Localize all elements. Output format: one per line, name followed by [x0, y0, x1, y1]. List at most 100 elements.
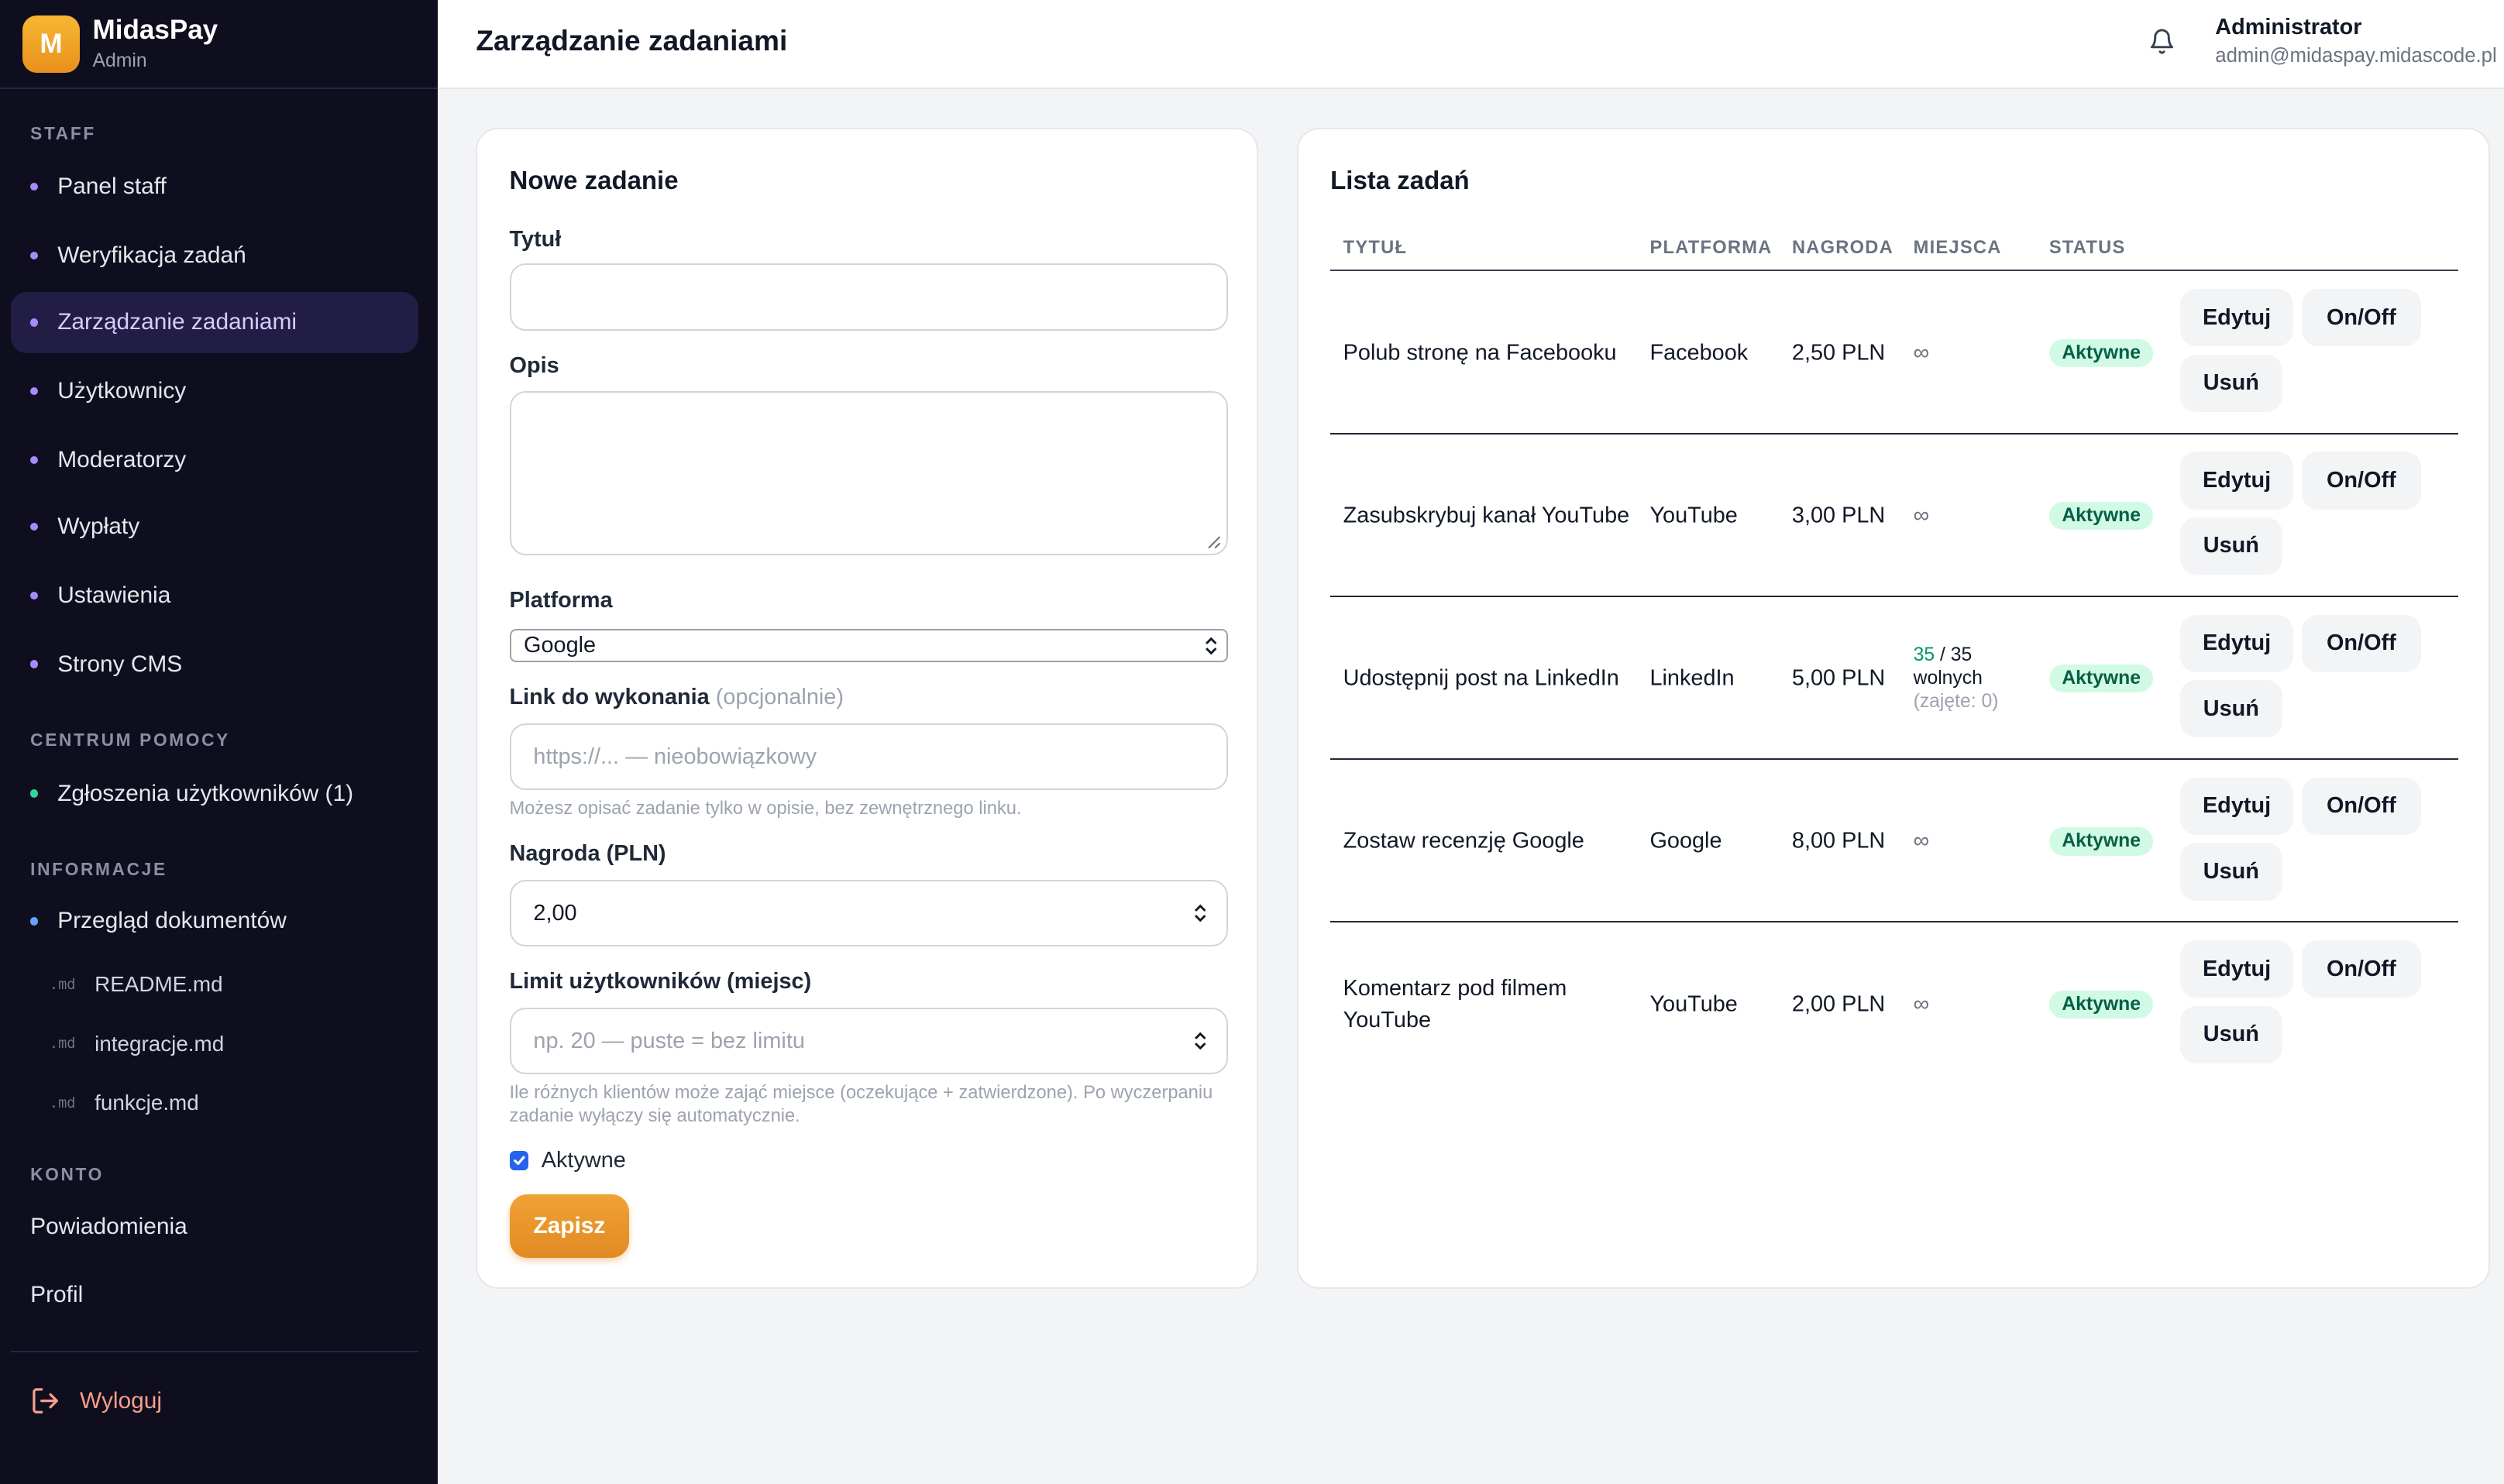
title-label: Tytuł [509, 226, 562, 252]
top-header: Zarządzanie zadaniami Administrator admi… [437, 0, 2504, 90]
sidebar-item-cms-pages[interactable]: Strony CMS [11, 634, 418, 694]
sidebar-item-notifications[interactable]: Powiadomienia [30, 1214, 187, 1240]
section-title-staff: STAFF [30, 122, 96, 143]
toggle-button[interactable]: On/Off [2301, 452, 2422, 510]
task-seats: ∞ [1913, 503, 1930, 528]
md-tag: .md [49, 1036, 76, 1053]
limit-placeholder: np. 20 — puste = bez limitu [533, 1028, 805, 1053]
task-title: Udostępnij post na LinkedIn [1343, 665, 1619, 691]
edit-button[interactable]: Edytuj [2179, 777, 2294, 836]
delete-button[interactable]: Usuń [2179, 843, 2282, 901]
status-badge: Aktywne [2048, 338, 2154, 367]
new-task-title: Nowe zadanie [509, 166, 679, 195]
task-list-card: Lista zadań TYTUŁ PLATFORMA NAGRODA MIEJ… [1296, 127, 2490, 1289]
md-tag: .md [49, 1094, 76, 1111]
doc-label: integracje.md [95, 1031, 225, 1056]
bullet-icon [30, 523, 39, 531]
task-title: Komentarz pod filmem YouTube [1343, 975, 1567, 1032]
sidebar-item-user-tickets[interactable]: Zgłoszenia użytkowników (1) [11, 763, 418, 823]
bullet-icon [30, 183, 39, 191]
sidebar-item-label: Wypłaty [57, 514, 140, 540]
task-platform: Google [1649, 828, 1722, 854]
edit-button[interactable]: Edytuj [2179, 289, 2294, 347]
section-title-info: INFORMACJE [30, 859, 167, 880]
platform-select[interactable]: Google [509, 629, 1229, 663]
sidebar-item-documents[interactable]: Przegląd dokumentów [11, 891, 418, 951]
task-platform: YouTube [1649, 991, 1738, 1016]
doc-label: README.md [95, 972, 223, 997]
edit-button[interactable]: Edytuj [2179, 614, 2294, 672]
column-header-reward: NAGRODA [1791, 238, 1893, 259]
seats-free: 35 [1913, 644, 1935, 666]
title-input[interactable] [509, 263, 1229, 331]
bullet-icon [30, 251, 39, 259]
delete-button[interactable]: Usuń [2179, 517, 2282, 575]
number-stepper-icon[interactable] [1193, 902, 1208, 925]
toggle-button[interactable]: On/Off [2301, 777, 2422, 836]
save-button[interactable]: Zapisz [509, 1194, 630, 1259]
seats-total: / 35 [1939, 644, 1973, 666]
active-checkbox[interactable] [509, 1151, 529, 1170]
sidebar-item-label: Panel staff [57, 173, 167, 200]
sidebar-doc-readme[interactable]: .md README.md [50, 972, 223, 997]
task-reward: 2,00 PLN [1791, 991, 1886, 1016]
doc-label: funkcje.md [95, 1091, 199, 1115]
sidebar-item-settings[interactable]: Ustawienia [11, 565, 418, 626]
description-textarea[interactable] [509, 390, 1229, 556]
brand-name: MidasPay [92, 15, 218, 46]
toggle-button[interactable]: On/Off [2301, 289, 2422, 347]
column-header-platform: PLATFORMA [1649, 238, 1773, 259]
sidebar-doc-funkcje[interactable]: .md funkcje.md [50, 1091, 199, 1115]
logout-label: Wyloguj [80, 1387, 163, 1414]
task-seats-detail: 35 / 35 wolnych (zajęte: 0) [1914, 644, 1999, 713]
table-row: Zostaw recenzję Google Google 8,00 PLN ∞… [1330, 760, 2458, 923]
column-header-seats: MIEJSCA [1913, 238, 2002, 259]
status-badge: Aktywne [2048, 990, 2154, 1019]
column-header-title: TYTUŁ [1343, 238, 1408, 259]
toggle-button[interactable]: On/Off [2301, 614, 2422, 672]
bullet-icon [30, 789, 39, 798]
sidebar-item-label: Ustawienia [57, 582, 171, 608]
link-input[interactable]: https://... — nieobowiązkowy [509, 723, 1229, 791]
task-platform: Facebook [1649, 339, 1749, 365]
notifications-bell-icon[interactable] [2148, 27, 2176, 62]
status-badge: Aktywne [2048, 827, 2154, 856]
sidebar-divider [11, 1351, 419, 1352]
resize-handle-icon[interactable] [1207, 535, 1222, 550]
task-list-title: Lista zadań [1330, 166, 1470, 195]
edit-button[interactable]: Edytuj [2179, 452, 2294, 510]
limit-input[interactable]: np. 20 — puste = bez limitu [509, 1007, 1229, 1075]
status-badge: Aktywne [2048, 501, 2154, 530]
link-label: Link do wykonania (opcjonalnie) [510, 685, 844, 710]
reward-input[interactable]: 2,00 [509, 879, 1229, 947]
delete-button[interactable]: Usuń [2179, 354, 2282, 412]
sidebar-item-users[interactable]: Użytkownicy [11, 361, 418, 421]
sidebar-item-label: Przegląd dokumentów [57, 908, 287, 934]
active-checkbox-label: Aktywne [541, 1148, 626, 1173]
sidebar-item-label: Weryfikacja zadań [57, 242, 246, 268]
task-seats: ∞ [1913, 339, 1930, 365]
bullet-icon [30, 386, 39, 396]
delete-button[interactable]: Usuń [2179, 1005, 2282, 1063]
sidebar-item-panel-staff[interactable]: Panel staff [11, 156, 418, 217]
select-arrows-icon [1206, 637, 1217, 655]
sidebar-item-moderators[interactable]: Moderatorzy [11, 430, 418, 490]
logout-button[interactable]: Wyloguj [30, 1386, 162, 1416]
task-title: Zasubskrybuj kanał YouTube [1343, 503, 1630, 528]
active-checkbox-row[interactable]: Aktywne [509, 1148, 626, 1173]
toggle-button[interactable]: On/Off [2301, 940, 2422, 998]
sidebar-item-profile[interactable]: Profil [30, 1282, 83, 1308]
number-stepper-icon[interactable] [1193, 1030, 1208, 1053]
sidebar-item-label: Strony CMS [57, 651, 183, 677]
sidebar-item-task-verification[interactable]: Weryfikacja zadań [11, 225, 418, 286]
seats-free-label: wolnych [1913, 668, 1983, 689]
task-platform: LinkedIn [1649, 665, 1735, 691]
edit-button[interactable]: Edytuj [2179, 940, 2294, 998]
task-title: Polub stronę na Facebooku [1343, 339, 1617, 365]
sidebar-item-payouts[interactable]: Wypłaty [11, 496, 418, 557]
sidebar-item-task-management[interactable]: Zarządzanie zadaniami [11, 292, 419, 353]
delete-button[interactable]: Usuń [2179, 680, 2282, 738]
sidebar-doc-integracje[interactable]: .md integracje.md [50, 1032, 224, 1056]
description-label: Opis [509, 352, 559, 378]
limit-hint: Ile różnych klientów może zająć miejsce … [509, 1082, 1213, 1127]
